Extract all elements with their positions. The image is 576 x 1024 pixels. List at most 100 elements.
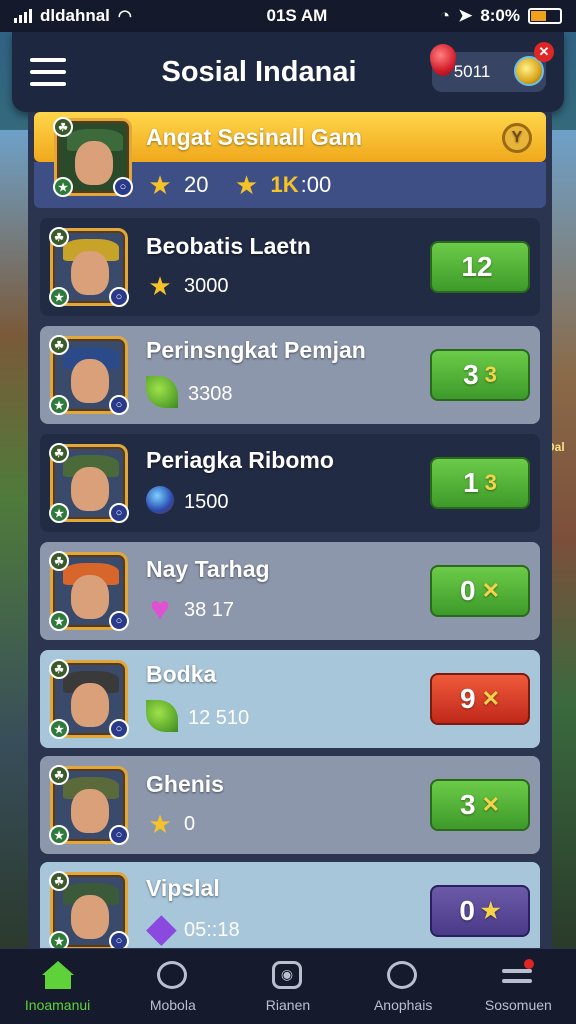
avatar: ☘ ★ ○	[53, 117, 133, 197]
list-item[interactable]: ☘ ★ ○ Beobatis Laetn ★ 3000 12	[40, 218, 540, 316]
score-value: 9	[459, 683, 476, 714]
list-item[interactable]: ☘ ★ ○ Nay Tarhag ♥ 38 17 0 ✕	[40, 542, 540, 640]
page-title: Sosial Indanai	[161, 55, 357, 88]
avatar: ☘ ★ ○	[49, 551, 129, 631]
avatar: ☘ ★ ○	[49, 659, 129, 739]
rank-badge-icon: ☘	[49, 443, 69, 463]
score-mark: ✕	[481, 686, 500, 711]
leaf-badge-icon: ★	[49, 931, 69, 948]
player-name: Nay Tarhag	[146, 556, 270, 582]
featured-stat-b: 1K	[270, 172, 299, 197]
featured-stat-c: :00	[300, 172, 332, 197]
orb-icon	[146, 485, 174, 520]
score-button[interactable]: 3 ✕	[430, 779, 530, 831]
avatar: ☘ ★ ○	[49, 227, 129, 307]
score-button[interactable]: 0 ✕	[430, 565, 530, 617]
crystal-icon: ◆	[146, 906, 177, 948]
rank-badge-icon: ☘	[49, 335, 69, 355]
status-time: 01S AM	[266, 6, 328, 25]
rank-badge-icon: ☘	[49, 227, 69, 247]
star-icon: ★	[148, 809, 172, 839]
info-badge-icon[interactable]: Y	[502, 123, 532, 153]
score-button[interactable]: 33	[430, 349, 530, 401]
leaf-badge-icon: ★	[49, 287, 69, 307]
list-item[interactable]: ☘ ★ ○ Periagka Ribomo 1500 1 3	[40, 434, 540, 532]
player-stat: 38 17	[184, 599, 235, 621]
player-stat: 05::18	[184, 919, 240, 941]
leaf-badge-icon: ★	[49, 719, 69, 739]
rank-badge-icon: ☘	[49, 765, 69, 785]
rank-badge-icon: ☘	[49, 659, 69, 679]
menu-lines-icon	[502, 958, 535, 991]
list-item[interactable]: ☘ ★ ○ Perinsngkat Pemjan 3308 3 3	[40, 326, 540, 424]
player-stat: 0	[184, 813, 196, 835]
score-mark: ✕	[481, 792, 500, 817]
nav-item-anophais[interactable]: Anophais	[348, 960, 458, 1013]
shield-badge-icon: ○	[109, 825, 129, 845]
status-bar: dldahnal ◠ 01S AM ◔ ➤ 8:0%	[0, 0, 576, 32]
nav-label: Sosomuen	[484, 996, 552, 1013]
score-button[interactable]: 0 ★	[430, 885, 530, 937]
list-item[interactable]: ☘ ★ ○ Bodka 12 510 9 ✕	[40, 650, 540, 748]
leaf-badge-icon: ★	[53, 177, 73, 197]
player-stat: 1500	[184, 491, 229, 513]
currency-value: 5011	[453, 62, 491, 81]
nav-item-rianen[interactable]: ◉ Rianen	[233, 960, 343, 1013]
score-button[interactable]: 12	[430, 241, 530, 293]
bottom-nav: Inoamanui Mobola ◉ Rianen Anophais Sosom…	[0, 948, 576, 1024]
hamburger-icon[interactable]	[30, 58, 66, 86]
score-value: 0	[459, 575, 476, 606]
target-icon: ◉	[271, 960, 304, 991]
leaf-badge-icon: ★	[49, 825, 69, 845]
score-value: 1	[463, 467, 479, 498]
nav-label: Inoamanui	[24, 996, 91, 1013]
leaf-badge-icon: ★	[49, 395, 69, 415]
shield-badge-icon: ○	[109, 931, 129, 948]
shield-badge-icon: ○	[109, 719, 129, 739]
shield-badge-icon: ○	[113, 177, 133, 197]
rank-badge-icon: ☘	[49, 871, 69, 891]
alarm-icon: ◔	[439, 6, 451, 25]
score-mark: ✕	[481, 578, 500, 603]
nav-item-sosomuen[interactable]: Sosomuen	[463, 958, 573, 1013]
list-item[interactable]: ☘ ★ ○ Ghenis ★ 0 3 ✕	[40, 756, 540, 854]
score-value: 3	[463, 359, 479, 390]
leaf-icon	[146, 699, 178, 738]
currency-display[interactable]: 5011 ✕	[430, 42, 554, 92]
avatar: ☘ ★ ○	[49, 871, 129, 948]
nav-label: Anophais	[373, 996, 433, 1013]
shield-badge-icon: ○	[109, 503, 129, 523]
leaf-badge-icon: ★	[49, 611, 69, 631]
score-button[interactable]: 9 ✕	[430, 673, 530, 725]
player-name: Perinsngkat Pemjan	[146, 336, 366, 363]
nav-item-home[interactable]: Inoamanui	[3, 960, 113, 1013]
player-stat: 12 510	[188, 707, 250, 729]
avatar: ☘ ★ ○	[49, 443, 129, 523]
notification-dot-icon	[524, 958, 535, 969]
score-value: 12	[461, 251, 493, 282]
score-mark: 3	[484, 470, 497, 495]
player-stat: 3308	[188, 383, 233, 405]
list-item[interactable]: ☘ ★ ○ Vipslal ◆ 05::18 0 ★	[40, 862, 540, 948]
heart-icon: ♥	[149, 590, 171, 628]
score-mark: ★	[480, 898, 501, 923]
close-badge-icon[interactable]: ✕	[534, 42, 554, 62]
shield-badge-icon: ○	[109, 611, 129, 631]
nav-label: Mobola	[149, 996, 196, 1013]
featured-title: Angat Sesinall Gam	[146, 123, 363, 150]
score-button[interactable]: 13	[430, 457, 530, 509]
home-icon	[41, 960, 74, 991]
leaf-icon	[146, 375, 178, 414]
location-icon: ➤	[458, 6, 473, 25]
wifi-icon: ◠	[117, 8, 132, 25]
score-value: 0	[459, 895, 475, 926]
featured-entry[interactable]: Angat Sesinall Gam Y ★ 20 ★ 1K :00 ☘ ★ ○	[34, 112, 546, 208]
avatar: ☘ ★ ○	[49, 765, 129, 845]
nav-item-mobola[interactable]: Mobola	[118, 960, 228, 1013]
leaderboard-list[interactable]: Angat Sesinall Gam Y ★ 20 ★ 1K :00 ☘ ★ ○…	[28, 112, 552, 948]
chat-bubble-icon	[156, 960, 189, 991]
player-name: Bodka	[146, 660, 217, 687]
avatar: ☘ ★ ○	[49, 335, 129, 415]
player-stat: 3000	[184, 275, 229, 297]
score-value: 3	[459, 789, 476, 820]
